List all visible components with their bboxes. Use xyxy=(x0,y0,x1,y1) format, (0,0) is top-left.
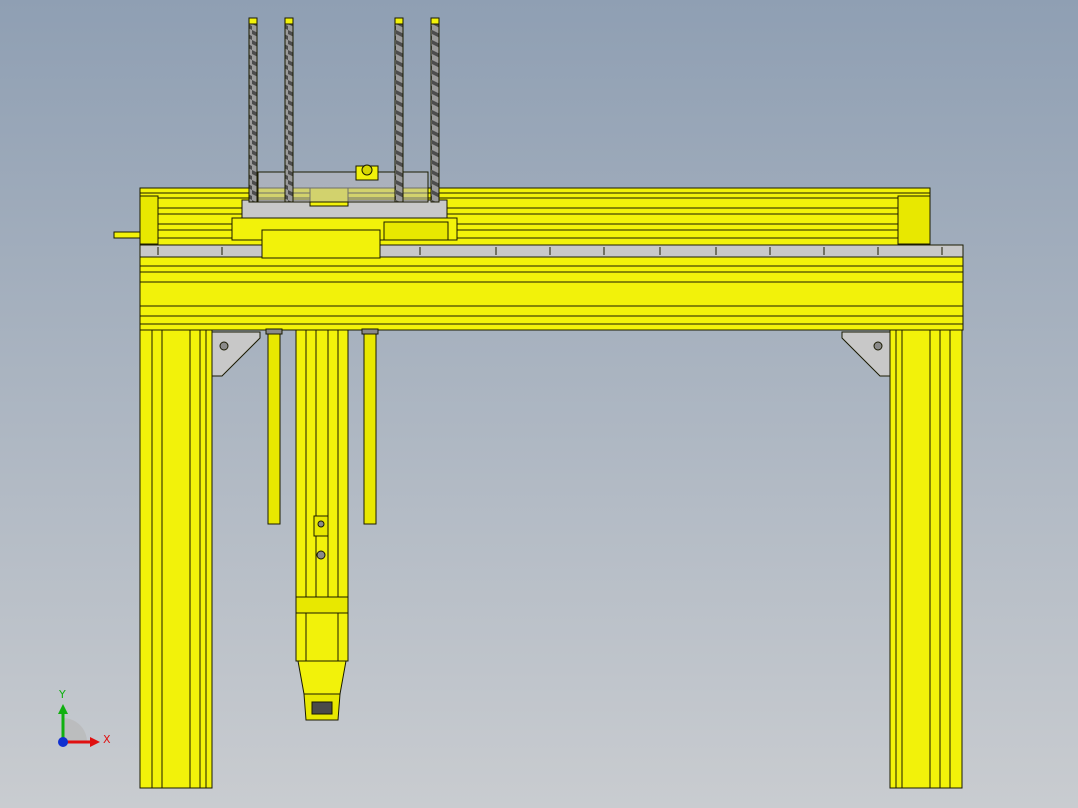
left-leg[interactable] xyxy=(139,329,213,789)
cross-beam[interactable] xyxy=(139,256,964,331)
x-axis-label: X xyxy=(103,733,111,746)
gantry-model[interactable] xyxy=(0,0,1078,808)
y-axis-label: Y xyxy=(59,688,66,701)
right-leg[interactable] xyxy=(889,329,963,789)
z-axis-column[interactable] xyxy=(295,329,349,599)
cad-viewport[interactable]: X Y xyxy=(0,0,1078,808)
